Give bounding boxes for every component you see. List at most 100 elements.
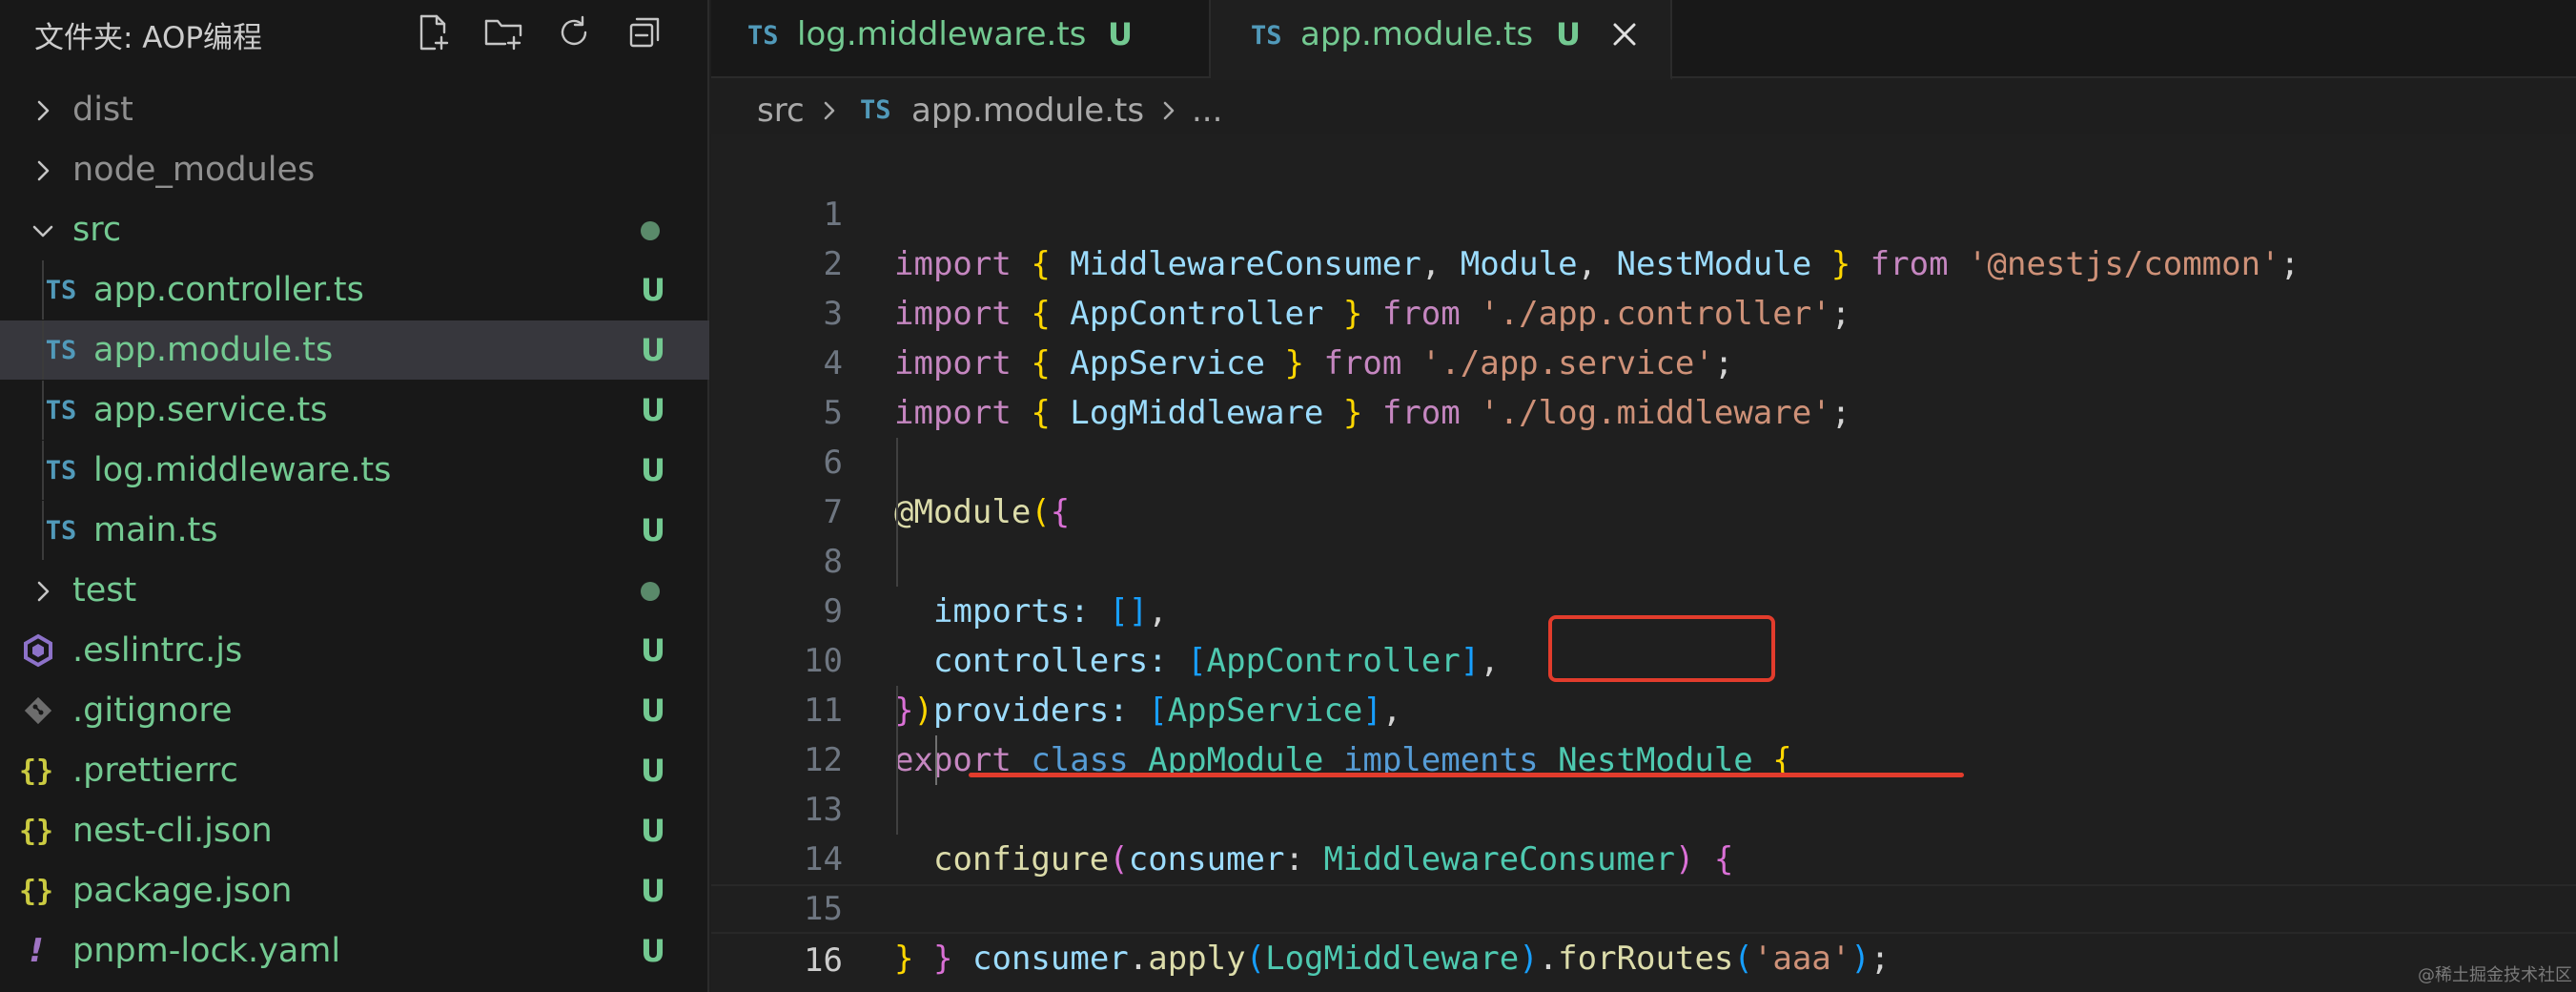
tree-item-log-middleware[interactable]: TS log.middleware.ts U: [0, 441, 709, 500]
tree-item-label: app.service.ts: [93, 391, 328, 429]
indent-guide: [896, 438, 898, 487]
tree-item-app-service[interactable]: TS app.service.ts U: [0, 381, 709, 440]
code-token: }: [894, 940, 914, 978]
eslint-file-icon: [19, 632, 57, 669]
code-line: 7 imports: [],: [711, 438, 2576, 630]
explorer-header: 文件夹: AOP编程: [0, 0, 709, 61]
code-token: ): [1519, 940, 1539, 978]
indent-guide: [896, 537, 898, 587]
tree-item-app-module[interactable]: TS app.module.ts U: [0, 320, 709, 380]
code-line: 14 }: [711, 785, 2576, 978]
tree-item-prettierrc[interactable]: {} .prettierrc U: [0, 741, 709, 800]
code-token: forRoutes: [1558, 940, 1734, 978]
typescript-file-icon: TS: [860, 95, 891, 125]
git-status-badge: U: [641, 452, 665, 488]
tab-app-module[interactable]: TS app.module.ts U: [1211, 0, 1672, 80]
breadcrumb-item-file[interactable]: app.module.ts: [911, 90, 1144, 132]
breadcrumb-item-src[interactable]: src: [757, 90, 805, 132]
yaml-file-icon: !: [29, 932, 44, 970]
tree-item-label: .gitignore: [72, 692, 233, 730]
code-token: (: [1245, 940, 1266, 978]
git-status-badge: U: [1108, 16, 1133, 52]
refresh-icon[interactable]: [551, 10, 597, 55]
indent-guide: [896, 735, 898, 785]
tree-item-package-json[interactable]: {} package.json U: [0, 861, 709, 920]
json-file-icon: {}: [18, 874, 54, 908]
code-token: ): [1850, 940, 1871, 978]
code-editor[interactable]: 1 import { MiddlewareConsumer, Module, N…: [711, 134, 2576, 992]
code-line: 13 consumer.apply(LogMiddleware).forRout…: [711, 735, 2576, 978]
tree-item-dist[interactable]: dist: [0, 80, 709, 139]
collapse-all-icon[interactable]: [622, 10, 667, 55]
code-token: ;: [1870, 940, 1891, 978]
current-code-line: 16: [711, 884, 2576, 980]
code-token: }: [933, 940, 953, 978]
tab-log-middleware[interactable]: TS log.middleware.ts U: [711, 0, 1211, 78]
code-line: 4 import { LogMiddleware } from './log.m…: [711, 289, 2576, 432]
new-folder-icon[interactable]: [480, 10, 526, 55]
code-token: (: [1733, 940, 1753, 978]
line-number: 16: [804, 941, 843, 980]
watermark: @稀土掘金技术社区: [2418, 965, 2572, 985]
code-line: 3 import { AppService } from './app.serv…: [711, 239, 2576, 382]
code-line: 2 import { AppController } from './app.c…: [711, 190, 2576, 333]
git-status-badge: U: [641, 272, 665, 308]
code-token: .: [1538, 940, 1559, 978]
tree-item-label: pnpm-lock.yaml: [72, 932, 341, 970]
git-status-badge: U: [641, 753, 665, 789]
code-line: 9 providers: [AppService],: [711, 537, 2576, 730]
git-status-badge: U: [641, 873, 665, 909]
tree-item-label: .prettierrc: [72, 752, 238, 790]
chevron-right-icon: [29, 95, 57, 124]
code-line: 12 configure(consumer: MiddlewareConsume…: [711, 686, 2576, 878]
typescript-file-icon: TS: [45, 275, 77, 305]
tree-item-label: dist: [72, 91, 133, 129]
tree-item-label: node_modules: [72, 151, 316, 189]
git-status-badge: U: [1556, 16, 1581, 52]
code-token: LogMiddleware: [1265, 940, 1520, 978]
tree-item-src[interactable]: src: [0, 200, 709, 259]
tree-item-label: test: [72, 571, 137, 610]
tree-item-gitignore[interactable]: .gitignore U: [0, 681, 709, 740]
tree-item-app-controller[interactable]: TS app.controller.ts U: [0, 260, 709, 320]
explorer-title: 文件夹: AOP编程: [34, 21, 263, 55]
chevron-right-icon: [29, 155, 57, 184]
breadcrumb-item-symbols[interactable]: ...: [1192, 90, 1222, 132]
tree-item-test[interactable]: test: [0, 561, 709, 620]
explorer-sidebar: 文件夹: AOP编程 dist node_modules src TS app.…: [0, 0, 709, 992]
code-line: 8 controllers: [AppController],: [711, 487, 2576, 680]
code-line: 5: [711, 339, 2576, 432]
git-status-badge: U: [641, 332, 665, 368]
highlight-box-annotation: [1548, 615, 1775, 682]
tree-item-nest-cli[interactable]: {} nest-cli.json U: [0, 801, 709, 860]
git-status-badge: U: [641, 512, 665, 548]
typescript-file-icon: TS: [45, 395, 77, 425]
new-file-icon[interactable]: [410, 10, 456, 55]
tree-item-label: app.controller.ts: [93, 271, 364, 309]
modified-dot: [641, 221, 660, 240]
close-icon[interactable]: [1607, 17, 1642, 52]
tree-item-main[interactable]: TS main.ts U: [0, 501, 709, 560]
code-line: 6 @Module({: [711, 388, 2576, 531]
chevron-right-icon: [29, 576, 57, 605]
indent-guide: [896, 487, 898, 537]
typescript-file-icon: TS: [747, 21, 779, 51]
underline-annotation: [969, 773, 1964, 777]
chevron-right-icon: [1157, 90, 1180, 133]
tree-item-pnpm-lock[interactable]: ! pnpm-lock.yaml U: [0, 921, 709, 981]
git-status-badge: U: [641, 933, 665, 969]
indent-guide: [896, 785, 898, 835]
json-file-icon: {}: [18, 754, 54, 788]
code-token: .: [1128, 940, 1149, 978]
tree-item-eslintrc[interactable]: .eslintrc.js U: [0, 621, 709, 680]
tree-item-label: nest-cli.json: [72, 812, 273, 850]
code-line: 1 import { MiddlewareConsumer, Module, N…: [711, 140, 2576, 283]
code-token: consumer: [972, 940, 1129, 978]
code-token: apply: [1148, 940, 1246, 978]
indent-guide: [935, 735, 937, 785]
tree-item-label: log.middleware.ts: [93, 451, 392, 489]
git-status-badge: U: [641, 692, 665, 729]
tree-item-node-modules[interactable]: node_modules: [0, 140, 709, 199]
git-status-badge: U: [641, 813, 665, 849]
tree-item-label: src: [72, 211, 122, 249]
